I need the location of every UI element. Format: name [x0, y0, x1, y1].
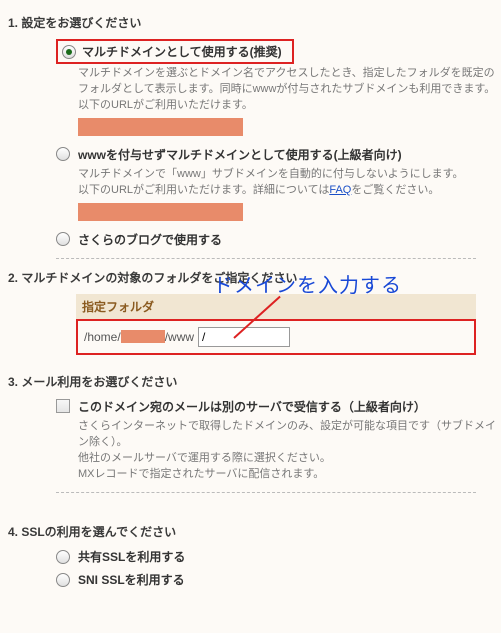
- ssl-option2-label[interactable]: SNI SSLを利用する: [78, 571, 185, 588]
- option1-block: マルチドメインとして使用する(推奨) マルチドメインを選ぶとドメイン名でアクセス…: [56, 39, 501, 136]
- checkbox-external-mail[interactable]: [56, 399, 70, 413]
- mail-option-desc: さくらインターネットで取得したドメインのみ、設定が可能な項目です（サブドメイン除…: [78, 419, 501, 483]
- option3-block: さくらのブログで使用する: [56, 231, 501, 248]
- radio-shared-ssl[interactable]: [56, 550, 70, 564]
- divider-2: [56, 492, 476, 493]
- folder-path-box: /home/ /www: [76, 319, 476, 355]
- option3-label[interactable]: さくらのブログで使用する: [78, 231, 222, 248]
- radio-sakura-blog[interactable]: [56, 232, 70, 246]
- option2-block: wwwを付与せずマルチドメインとして使用する(上級者向け) マルチドメインで「w…: [56, 146, 501, 221]
- option1-highlight: マルチドメインとして使用する(推奨): [56, 39, 294, 64]
- masked-username: [121, 330, 165, 343]
- option1-desc: マルチドメインを選ぶとドメイン名でアクセスしたとき、指定したフォルダを既定のフォ…: [78, 66, 501, 136]
- radio-sni-ssl[interactable]: [56, 573, 70, 587]
- section1-title: 1. 設定をお選びください: [8, 14, 501, 31]
- option2-desc: マルチドメインで「www」サブドメインを自動的に付与しないようにします。 以下の…: [78, 167, 501, 221]
- radio-no-www[interactable]: [56, 147, 70, 161]
- divider-1: [56, 258, 476, 259]
- radio-multidomain[interactable]: [62, 45, 76, 59]
- ssl-option1-label[interactable]: 共有SSLを利用する: [78, 548, 185, 565]
- path-prefix: /home/: [84, 330, 121, 344]
- ssl-option2-block: SNI SSLを利用する: [56, 571, 501, 588]
- annotation-domain-input: ドメインを入力する: [213, 269, 402, 298]
- masked-url-1: [78, 118, 243, 136]
- mail-option-block: このドメイン宛のメールは別のサーバで受信する（上級者向け） さくらインターネット…: [56, 398, 501, 483]
- ssl-option1-block: 共有SSLを利用する: [56, 548, 501, 565]
- mail-option-label[interactable]: このドメイン宛のメールは別のサーバで受信する（上級者向け）: [78, 398, 426, 415]
- path-suffix: /www: [165, 330, 194, 344]
- section3-title: 3. メール利用をお選びください: [8, 373, 501, 390]
- section4-title: 4. SSLの利用を選んでください: [8, 523, 501, 540]
- faq-link[interactable]: FAQ: [329, 184, 351, 196]
- option1-label[interactable]: マルチドメインとして使用する(推奨): [82, 43, 282, 60]
- masked-url-2: [78, 203, 243, 221]
- option2-label[interactable]: wwwを付与せずマルチドメインとして使用する(上級者向け): [78, 146, 402, 163]
